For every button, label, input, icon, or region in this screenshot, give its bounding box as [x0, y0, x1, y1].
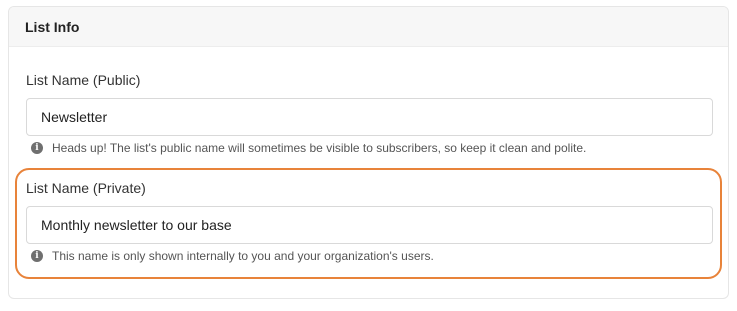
private-name-input[interactable]: [26, 206, 713, 244]
private-name-help-text: This name is only shown internally to yo…: [52, 249, 434, 263]
private-name-field: List Name (Private) i This name is only …: [26, 179, 713, 263]
private-name-help: i This name is only shown internally to …: [26, 249, 713, 263]
public-name-help: i Heads up! The list's public name will …: [26, 141, 713, 155]
list-info-card: List Info List Name (Public) i Heads up!…: [8, 6, 729, 299]
card-title: List Info: [25, 18, 80, 35]
card-header: List Info: [9, 7, 728, 47]
public-name-help-text: Heads up! The list's public name will so…: [52, 141, 587, 155]
public-name-field: List Name (Public) i Heads up! The list'…: [26, 71, 713, 155]
public-name-label: List Name (Public): [26, 72, 141, 88]
info-icon: i: [31, 142, 43, 154]
public-name-input[interactable]: [26, 98, 713, 136]
private-name-label: List Name (Private): [26, 180, 146, 196]
info-icon: i: [31, 250, 43, 262]
